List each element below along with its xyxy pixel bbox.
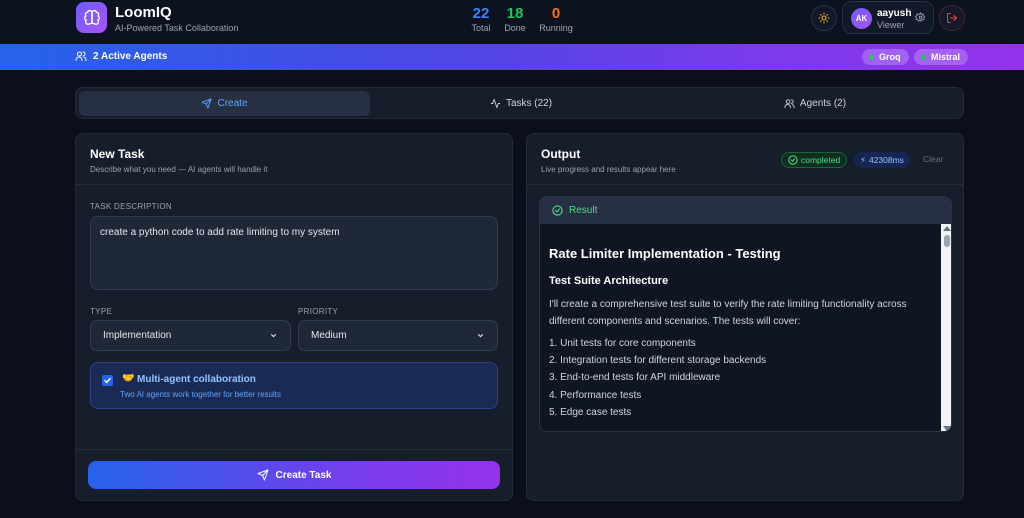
chevron-down-icon — [477, 333, 484, 338]
active-agents-count: 2 Active Agents — [75, 50, 167, 62]
stat-done-value: 18 — [506, 5, 524, 22]
agent-name: Mistral — [931, 52, 961, 62]
avatar: AK — [851, 8, 872, 29]
tab-create[interactable]: Create — [79, 91, 370, 116]
duration-badge: ⚡ 42308ms — [854, 152, 910, 168]
agent-name: Groq — [879, 52, 901, 62]
stat-done: 18 Done — [495, 5, 535, 33]
priority-select[interactable]: Medium — [298, 320, 498, 351]
list-item: 4. Performance tests — [549, 389, 642, 401]
result-content: Rate Limiter Implementation - Testing Te… — [540, 224, 941, 431]
status-dot — [921, 54, 926, 60]
type-select-value: Implementation — [103, 330, 172, 341]
user-role: Viewer — [877, 20, 905, 30]
brand-subtitle: AI-Powered Task Collaboration — [115, 23, 239, 33]
active-agents-bar: 2 Active Agents Groq Mistral — [0, 44, 1024, 70]
activity-icon — [490, 98, 501, 109]
tab-tasks[interactable]: Tasks (22) — [376, 91, 666, 116]
list-item: 1. Unit tests for core components — [549, 338, 696, 349]
list-item: 2. Integration tests for different stora… — [549, 355, 767, 367]
scroll-up-arrow[interactable] — [943, 226, 951, 231]
list-item: 5. Edge case tests — [549, 406, 632, 418]
list-item: 3. End-to-end tests for API middleware — [549, 372, 721, 384]
output-title: Output — [541, 147, 581, 161]
create-task-button[interactable]: Create Task — [88, 461, 500, 489]
collab-checkbox[interactable] — [102, 375, 113, 386]
logout-icon — [947, 13, 957, 23]
collab-subtitle: Two AI agents work together for better r… — [120, 390, 281, 399]
send-icon — [257, 469, 269, 481]
result-heading: Rate Limiter Implementation - Testing — [549, 246, 781, 261]
app-header: LoomIQ AI-Powered Task Collaboration 22 … — [0, 0, 1024, 44]
duration-text: 42308ms — [868, 155, 904, 165]
output-subtitle: Live progress and results appear here — [541, 165, 676, 174]
create-task-label: Create Task — [275, 469, 332, 481]
stat-running-label: Running — [539, 23, 573, 33]
stat-running-value: 0 — [551, 5, 561, 22]
output-header: Output Live progress and results appear … — [527, 134, 963, 185]
tab-create-label: Create — [217, 98, 248, 109]
priority-select-value: Medium — [311, 330, 347, 341]
result-scrollbar[interactable] — [941, 224, 951, 431]
user-name: aayush — [877, 8, 912, 19]
new-task-header: New Task Describe what you need — AI age… — [76, 134, 512, 185]
task-description-label: TASK DESCRIPTION — [90, 202, 172, 211]
user-menu[interactable]: AK aayush Viewer — [842, 1, 934, 34]
result-header: Result — [540, 197, 951, 224]
agent-pill-groq: Groq — [862, 49, 909, 65]
result-card: Result Rate Limiter Implementation - Tes… — [539, 196, 952, 432]
main-tabs: Create Tasks (22) Agents (2) — [75, 87, 964, 119]
check-circle-icon — [788, 155, 798, 165]
clear-button[interactable]: Clear — [923, 154, 943, 164]
type-label: TYPE — [90, 307, 113, 316]
result-paragraph: I'll create a comprehensive test suite t… — [549, 299, 907, 327]
users-icon — [75, 51, 87, 61]
scroll-down-arrow[interactable] — [943, 426, 951, 431]
type-select[interactable]: Implementation — [90, 320, 291, 351]
brand-title: LoomIQ — [115, 4, 172, 21]
sun-icon — [818, 12, 830, 24]
handshake-icon: 🤝 — [122, 373, 135, 384]
gear-icon[interactable] — [915, 12, 926, 23]
stat-done-label: Done — [504, 23, 526, 33]
panel-divider — [76, 449, 512, 450]
new-task-title: New Task — [90, 147, 145, 161]
new-task-panel: New Task Describe what you need — AI age… — [75, 133, 513, 501]
check-circle-icon — [552, 205, 563, 216]
scroll-thumb[interactable] — [944, 235, 950, 247]
active-agents-label: 2 Active Agents — [93, 50, 168, 62]
users-icon — [784, 99, 795, 109]
status-badge: completed — [781, 152, 848, 168]
agent-pill-mistral: Mistral — [914, 49, 969, 65]
output-panel: Output Live progress and results appear … — [526, 133, 964, 501]
bolt-icon: ⚡ — [860, 154, 866, 165]
send-icon — [201, 98, 213, 109]
theme-toggle-button[interactable] — [811, 5, 837, 31]
logout-button[interactable] — [939, 5, 965, 31]
result-subheading: Test Suite Architecture — [549, 275, 669, 287]
stat-running: 0 Running — [536, 5, 576, 33]
tab-tasks-label: Tasks (22) — [505, 98, 553, 109]
collab-title: Multi-agent collaboration — [137, 374, 256, 385]
status-text: completed — [801, 155, 841, 165]
check-icon — [104, 377, 111, 384]
result-label: Result — [569, 205, 598, 216]
task-description-input[interactable]: create a python code to add rate limitin… — [90, 216, 498, 290]
tab-agents-label: Agents (2) — [799, 98, 847, 109]
brain-icon — [76, 2, 107, 33]
tab-agents[interactable]: Agents (2) — [670, 91, 960, 116]
result-list: 1. Unit tests for core components 2. Int… — [549, 335, 766, 421]
priority-label: PRIORITY — [298, 307, 339, 316]
new-task-subtitle: Describe what you need — AI agents will … — [90, 165, 268, 174]
status-dot — [869, 54, 874, 60]
multi-agent-collab-option[interactable]: 🤝 Multi-agent collaboration Two AI agent… — [90, 362, 498, 409]
chevron-down-icon — [270, 333, 277, 338]
